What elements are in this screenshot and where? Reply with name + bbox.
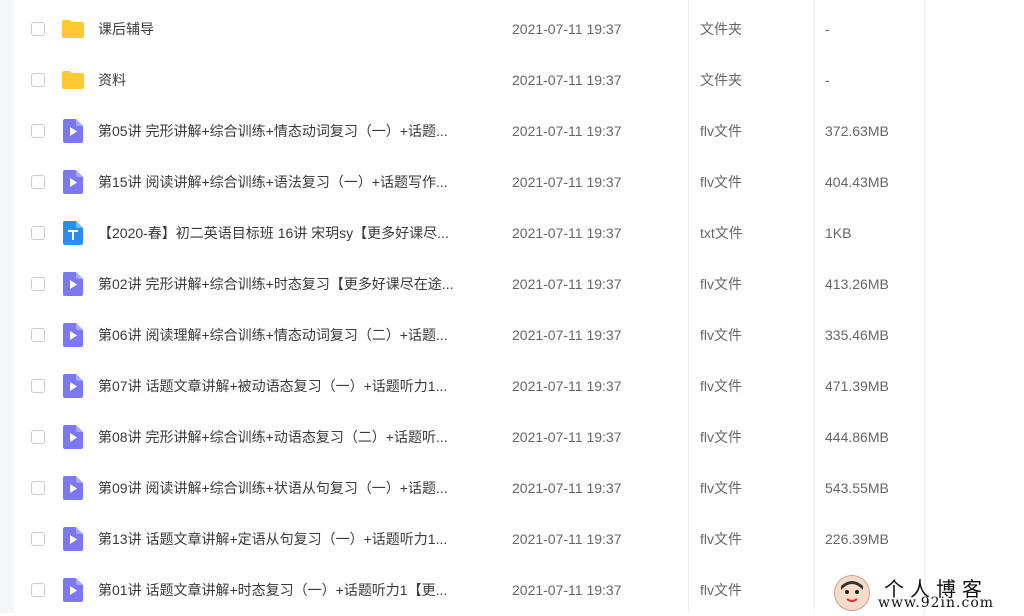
file-row[interactable]: 【2020-春】初二英语目标班 16讲 宋玥sy【更多好课尽... 2021-07… — [14, 208, 1024, 259]
file-type: flv文件 — [700, 582, 742, 598]
file-name[interactable]: 第13讲 话题文章讲解+定语从句复习（一）+话题听力1... — [98, 529, 493, 549]
left-panel-edge — [0, 0, 14, 613]
video-file-icon — [61, 374, 85, 398]
file-type: txt文件 — [700, 225, 743, 241]
row-checkbox[interactable] — [31, 73, 45, 87]
video-file-icon — [61, 119, 85, 143]
file-type: 文件夹 — [700, 72, 742, 88]
file-name[interactable]: 第07讲 话题文章讲解+被动语态复习（一）+话题听力1... — [98, 376, 493, 396]
file-name[interactable]: 第06讲 阅读理解+综合训练+情态动词复习（二）+话题... — [98, 325, 493, 345]
file-date: 2021-07-11 19:37 — [512, 276, 622, 292]
file-date: 2021-07-11 19:37 — [512, 225, 622, 241]
file-type: flv文件 — [700, 531, 742, 547]
file-type: flv文件 — [700, 429, 742, 445]
video-file-icon — [61, 527, 85, 551]
file-size: - — [825, 21, 830, 37]
file-date: 2021-07-11 19:37 — [512, 429, 622, 445]
file-name[interactable]: 【2020-春】初二英语目标班 16讲 宋玥sy【更多好课尽... — [98, 223, 493, 243]
row-checkbox[interactable] — [31, 481, 45, 495]
watermark-avatar-icon — [834, 575, 870, 611]
file-name[interactable]: 第01讲 话题文章讲解+时态复习（一）+话题听力1【更... — [98, 580, 493, 600]
file-date: 2021-07-11 19:37 — [512, 582, 622, 598]
file-row[interactable]: 第07讲 话题文章讲解+被动语态复习（一）+话题听力1... 2021-07-11… — [14, 361, 1024, 412]
file-size: 413.26MB — [825, 276, 889, 292]
file-date: 2021-07-11 19:37 — [512, 531, 622, 547]
file-date: 2021-07-11 19:37 — [512, 72, 622, 88]
file-date: 2021-07-11 19:37 — [512, 174, 622, 190]
file-name[interactable]: 第15讲 阅读讲解+综合训练+语法复习（一）+话题写作... — [98, 172, 493, 192]
file-name[interactable]: 第09讲 阅读讲解+综合训练+状语从句复习（一）+话题... — [98, 478, 493, 498]
file-row[interactable]: 课后辅导 2021-07-11 19:37 文件夹 - — [14, 4, 1024, 55]
row-checkbox[interactable] — [31, 22, 45, 36]
file-name[interactable]: 资料 — [98, 70, 493, 90]
row-checkbox[interactable] — [31, 175, 45, 189]
file-size: 226.39MB — [825, 531, 889, 547]
file-row[interactable]: 第05讲 完形讲解+综合训练+情态动词复习（一）+话题... 2021-07-11… — [14, 106, 1024, 157]
file-name[interactable]: 课后辅导 — [98, 19, 493, 39]
file-type: flv文件 — [700, 378, 742, 394]
file-size: 404.43MB — [825, 174, 889, 190]
file-size: 335.46MB — [825, 327, 889, 343]
video-file-icon — [61, 170, 85, 194]
file-date: 2021-07-11 19:37 — [512, 378, 622, 394]
row-checkbox[interactable] — [31, 379, 45, 393]
file-size: 372.63MB — [825, 123, 889, 139]
file-row[interactable]: 第15讲 阅读讲解+综合训练+语法复习（一）+话题写作... 2021-07-11… — [14, 157, 1024, 208]
file-type: flv文件 — [700, 327, 742, 343]
row-checkbox[interactable] — [31, 583, 45, 597]
file-date: 2021-07-11 19:37 — [512, 327, 622, 343]
file-name[interactable]: 第02讲 完形讲解+综合训练+时态复习【更多好课尽在途... — [98, 274, 493, 294]
file-size: - — [825, 72, 830, 88]
file-date: 2021-07-11 19:37 — [512, 21, 622, 37]
file-type: flv文件 — [700, 123, 742, 139]
video-file-icon — [61, 578, 85, 602]
file-size: 444.86MB — [825, 429, 889, 445]
file-row[interactable]: 第02讲 完形讲解+综合训练+时态复习【更多好课尽在途... 2021-07-11… — [14, 259, 1024, 310]
watermark: 个人博客 www.92in.com — [824, 573, 1024, 613]
file-type: flv文件 — [700, 276, 742, 292]
row-checkbox[interactable] — [31, 430, 45, 444]
file-size: 471.39MB — [825, 378, 889, 394]
row-checkbox[interactable] — [31, 277, 45, 291]
row-checkbox[interactable] — [31, 124, 45, 138]
row-checkbox[interactable] — [31, 226, 45, 240]
file-size: 1KB — [825, 225, 852, 241]
file-row[interactable]: 第13讲 话题文章讲解+定语从句复习（一）+话题听力1... 2021-07-11… — [14, 514, 1024, 565]
file-type: flv文件 — [700, 480, 742, 496]
file-row[interactable]: 第06讲 阅读理解+综合训练+情态动词复习（二）+话题... 2021-07-11… — [14, 310, 1024, 361]
text-file-icon — [61, 221, 85, 245]
file-type: 文件夹 — [700, 21, 742, 37]
folder-icon — [61, 68, 85, 92]
file-name[interactable]: 第08讲 完形讲解+综合训练+动语态复习（二）+话题听... — [98, 427, 493, 447]
video-file-icon — [61, 323, 85, 347]
file-row[interactable]: 资料 2021-07-11 19:37 文件夹 - — [14, 55, 1024, 106]
file-list: 课后辅导 2021-07-11 19:37 文件夹 - 资料 2021-07-11 19:… — [14, 4, 1024, 616]
video-file-icon — [61, 476, 85, 500]
video-file-icon — [61, 425, 85, 449]
folder-icon — [61, 17, 85, 41]
file-name[interactable]: 第05讲 完形讲解+综合训练+情态动词复习（一）+话题... — [98, 121, 493, 141]
row-checkbox[interactable] — [31, 328, 45, 342]
video-file-icon — [61, 272, 85, 296]
file-row[interactable]: 第08讲 完形讲解+综合训练+动语态复习（二）+话题听... 2021-07-11… — [14, 412, 1024, 463]
watermark-url: www.92in.com — [878, 595, 995, 611]
file-row[interactable]: 第09讲 阅读讲解+综合训练+状语从句复习（一）+话题... 2021-07-11… — [14, 463, 1024, 514]
row-checkbox[interactable] — [31, 532, 45, 546]
file-date: 2021-07-11 19:37 — [512, 123, 622, 139]
file-type: flv文件 — [700, 174, 742, 190]
file-size: 543.55MB — [825, 480, 889, 496]
file-date: 2021-07-11 19:37 — [512, 480, 622, 496]
